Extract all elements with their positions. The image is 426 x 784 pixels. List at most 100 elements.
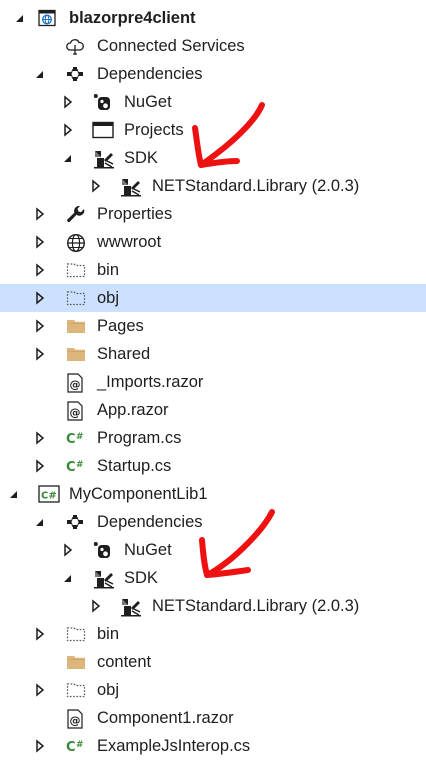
tree-item-sdk[interactable]: SDK — [0, 564, 426, 592]
collapsed-arrow-icon[interactable] — [88, 178, 104, 194]
expanded-arrow-icon[interactable] — [60, 570, 76, 586]
tree-item-netstandard-library[interactable]: NETStandard.Library (2.0.3) — [0, 172, 426, 200]
tree-item-component1-razor[interactable]: @ Component1.razor — [0, 704, 426, 732]
tree-item-blazorpre4client[interactable]: blazorpre4client — [0, 4, 426, 32]
collapsed-arrow-icon[interactable] — [88, 598, 104, 614]
tree-item-content[interactable]: content — [0, 648, 426, 676]
tree-item-connected-services[interactable]: Connected Services — [0, 32, 426, 60]
razor-file-icon: @ — [66, 373, 84, 393]
expanded-arrow-icon[interactable] — [32, 66, 48, 82]
collapsed-arrow-icon[interactable] — [32, 206, 48, 222]
tree-item-startup-cs[interactable]: C # Startup.cs — [0, 452, 426, 480]
projects-icon — [92, 121, 114, 139]
tree-item-label: Dependencies — [97, 513, 203, 531]
svg-text:@: @ — [70, 714, 81, 727]
tree-item-nuget[interactable]: NuGet — [0, 88, 426, 116]
collapsed-arrow-icon[interactable] — [32, 318, 48, 334]
tree-item-label: NuGet — [124, 93, 172, 111]
hidden-folder-icon — [66, 289, 86, 307]
sdk-icon — [120, 177, 141, 197]
tree-item-shared[interactable]: Shared — [0, 340, 426, 368]
collapsed-arrow-icon[interactable] — [32, 626, 48, 642]
collapsed-arrow-icon[interactable] — [32, 682, 48, 698]
tree-item-label: NETStandard.Library (2.0.3) — [152, 177, 360, 195]
expanded-arrow-icon[interactable] — [6, 486, 22, 502]
tree-item-netstandard-library[interactable]: NETStandard.Library (2.0.3) — [0, 592, 426, 620]
tree-item-label: content — [97, 653, 152, 671]
svg-text:C#: C# — [41, 491, 57, 502]
sdk-icon — [93, 569, 114, 589]
collapsed-arrow-icon[interactable] — [60, 542, 76, 558]
csharp-file-icon: C # — [66, 429, 84, 447]
collapsed-arrow-icon[interactable] — [32, 458, 48, 474]
folder-icon — [66, 317, 85, 335]
svg-text:@: @ — [70, 406, 81, 419]
collapsed-arrow-icon[interactable] — [32, 346, 48, 362]
tree-item-wwwroot[interactable]: wwwroot — [0, 228, 426, 256]
tree-item-bin[interactable]: bin — [0, 256, 426, 284]
tree-item-program-cs[interactable]: C # Program.cs — [0, 424, 426, 452]
collapsed-arrow-icon[interactable] — [32, 234, 48, 250]
nuget-icon — [93, 93, 111, 111]
tree-item-label: obj — [97, 289, 120, 307]
tree-item-projects[interactable]: Projects — [0, 116, 426, 144]
tree-item-label: SDK — [124, 569, 158, 587]
tree-item-label: Program.cs — [97, 429, 182, 447]
collapsed-arrow-icon[interactable] — [32, 430, 48, 446]
tree-item-examplejsinterop-cs[interactable]: C # ExampleJsInterop.cs — [0, 732, 426, 760]
collapsed-arrow-icon[interactable] — [32, 290, 48, 306]
tree-item-dependencies[interactable]: Dependencies — [0, 60, 426, 88]
expanded-arrow-icon[interactable] — [32, 514, 48, 530]
tree-item-dependencies[interactable]: Dependencies — [0, 508, 426, 536]
tree-item-label: App.razor — [97, 401, 169, 419]
tree-item-label: Shared — [97, 345, 151, 363]
tree-item-label: NETStandard.Library (2.0.3) — [152, 597, 360, 615]
tree-item-label: ExampleJsInterop.cs — [97, 737, 251, 755]
csharp-file-icon: C # — [66, 457, 84, 475]
sdk-icon — [120, 597, 141, 617]
tree-item-bin[interactable]: bin — [0, 620, 426, 648]
expanded-arrow-icon[interactable] — [12, 10, 28, 26]
tree-item-obj-selected[interactable]: obj — [0, 284, 426, 312]
project-name-label: blazorpre4client — [69, 9, 196, 27]
dependencies-icon — [66, 513, 84, 531]
tree-item-label: bin — [97, 625, 120, 643]
svg-text:C: C — [66, 432, 76, 447]
svg-text:#: # — [76, 432, 84, 442]
nuget-icon — [93, 541, 111, 559]
collapsed-arrow-icon[interactable] — [32, 262, 48, 278]
razor-file-icon: @ — [66, 709, 84, 729]
tree-item-label: Properties — [97, 205, 173, 223]
collapsed-arrow-icon[interactable] — [32, 738, 48, 754]
dependencies-icon — [66, 65, 84, 83]
wrench-icon — [66, 205, 85, 223]
tree-item-mycomponentlib1[interactable]: C# MyComponentLib1 — [0, 480, 426, 508]
hidden-folder-icon — [66, 681, 86, 699]
tree-item-properties[interactable]: Properties — [0, 200, 426, 228]
globe-icon — [66, 233, 86, 253]
csharp-file-icon: C # — [66, 737, 84, 755]
tree-item-label: obj — [97, 681, 120, 699]
expanded-arrow-icon[interactable] — [60, 150, 76, 166]
web-project-icon — [38, 9, 56, 27]
tree-item-imports-razor[interactable]: @ _Imports.razor — [0, 368, 426, 396]
svg-text:#: # — [76, 460, 84, 470]
hidden-folder-icon — [66, 261, 86, 279]
tree-item-label: Component1.razor — [97, 709, 234, 727]
svg-text:C: C — [66, 740, 76, 755]
csharp-project-icon: C# — [38, 485, 60, 503]
svg-text:@: @ — [70, 378, 81, 391]
tree-item-pages[interactable]: Pages — [0, 312, 426, 340]
tree-item-label: wwwroot — [97, 233, 162, 251]
tree-item-sdk[interactable]: SDK — [0, 144, 426, 172]
folder-icon — [66, 653, 85, 671]
connected-services-icon — [66, 37, 84, 55]
collapsed-arrow-icon[interactable] — [60, 122, 76, 138]
tree-item-obj[interactable]: obj — [0, 676, 426, 704]
tree-item-app-razor[interactable]: @ App.razor — [0, 396, 426, 424]
tree-item-nuget[interactable]: NuGet — [0, 536, 426, 564]
collapsed-arrow-icon[interactable] — [60, 94, 76, 110]
solution-explorer-tree: blazorpre4client Connected Services Depe… — [0, 0, 426, 784]
tree-item-label: bin — [97, 261, 120, 279]
tree-item-label: Dependencies — [97, 65, 203, 83]
